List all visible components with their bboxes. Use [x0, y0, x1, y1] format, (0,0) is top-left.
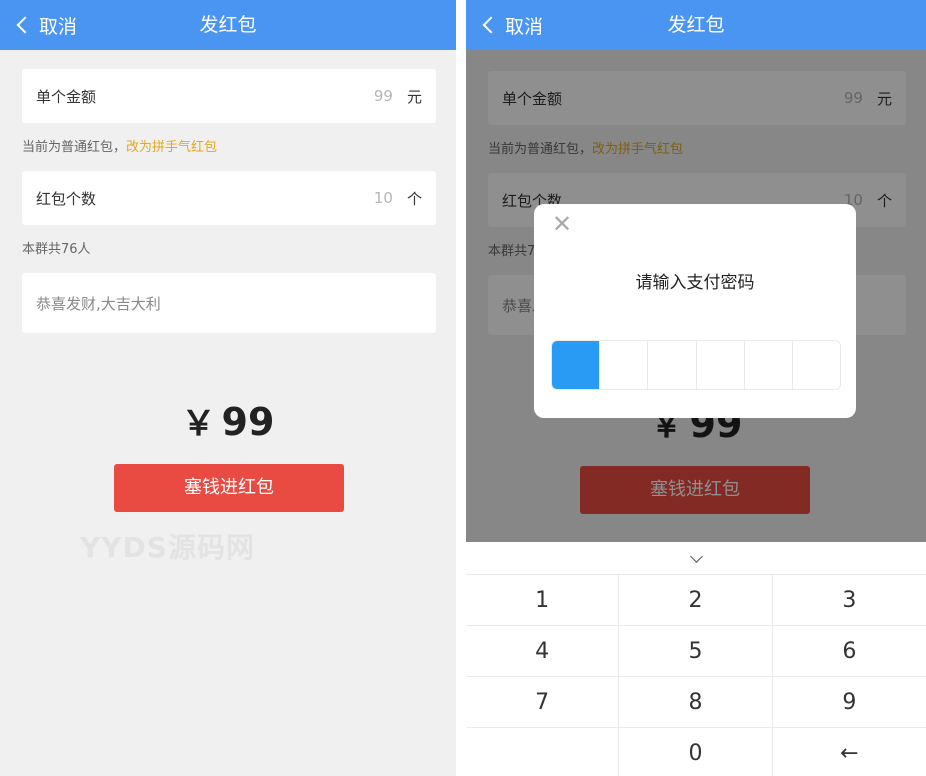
cancel-button[interactable]: 取消 — [16, 0, 77, 50]
password-digit-cell — [743, 341, 792, 389]
password-digit-cell — [552, 341, 600, 389]
amount-unit: 元 — [406, 87, 422, 106]
watermark: YYDS源码网 — [80, 531, 255, 564]
amount-input[interactable]: 99 — [374, 87, 393, 105]
key-7[interactable]: 7 — [466, 677, 620, 728]
type-hint: 当前为普通红包，改为拼手气红包 — [22, 136, 217, 155]
count-row[interactable]: 红包个数 10 个 — [22, 171, 436, 225]
close-icon[interactable]: ✕ — [552, 210, 572, 238]
key-5[interactable]: 5 — [619, 626, 773, 677]
header: 取消 发红包 — [466, 0, 926, 50]
key-grid: 1 2 3 4 5 6 7 8 9 0 ← — [466, 575, 926, 776]
header: 取消 发红包 — [0, 0, 456, 50]
key-6[interactable]: 6 — [772, 626, 926, 677]
password-input[interactable] — [551, 340, 841, 390]
key-3[interactable]: 3 — [772, 575, 926, 626]
amount-label: 单个金额 — [36, 87, 97, 106]
password-digit-cell — [647, 341, 695, 389]
key-empty — [466, 728, 620, 776]
cancel-button[interactable]: 取消 — [482, 0, 543, 50]
total-amount: ￥ 99 — [0, 396, 456, 445]
submit-button[interactable]: 塞钱进红包 — [114, 464, 344, 512]
type-hint-text: 当前为普通红包， — [22, 140, 127, 155]
currency-symbol: ￥ — [181, 404, 216, 444]
collapse-keyboard-button[interactable] — [466, 542, 926, 575]
key-backspace[interactable]: ← — [773, 728, 926, 776]
group-hint: 本群共76人 — [22, 242, 91, 257]
numeric-keyboard: 1 2 3 4 5 6 7 8 9 0 ← — [466, 542, 926, 776]
cancel-label: 取消 — [505, 15, 544, 38]
message-input[interactable]: 恭喜发财,大吉大利 — [22, 273, 436, 333]
chevron-left-icon — [16, 16, 34, 34]
cancel-label: 取消 — [39, 15, 78, 38]
switch-type-link[interactable]: 改为拼手气红包 — [126, 140, 217, 155]
password-digit-cell — [599, 341, 647, 389]
amount-row[interactable]: 单个金额 99 元 — [22, 69, 436, 123]
chevron-down-icon — [689, 549, 703, 563]
chevron-left-icon — [482, 16, 500, 34]
payment-password-screen: 取消 发红包 单个金额 99 元 当前为普通红包，改为拼手气红包 红包个数 10… — [466, 0, 926, 776]
dialog-title: 请输入支付密码 — [635, 273, 755, 293]
password-digit-cell — [695, 341, 744, 389]
message-placeholder: 恭喜发财,大吉大利 — [36, 294, 161, 313]
total-amount-value: 99 — [221, 400, 275, 444]
password-digit-cell — [791, 341, 840, 389]
password-dialog: ✕ 请输入支付密码 — [534, 204, 856, 418]
key-4[interactable]: 4 — [466, 626, 620, 677]
key-0[interactable]: 0 — [619, 728, 773, 776]
count-unit: 个 — [406, 189, 422, 208]
key-9[interactable]: 9 — [772, 677, 926, 728]
key-2[interactable]: 2 — [619, 575, 773, 626]
count-input[interactable]: 10 — [374, 189, 393, 207]
key-1[interactable]: 1 — [466, 575, 620, 626]
send-red-packet-screen: 取消 发红包 单个金额 99 元 当前为普通红包，改为拼手气红包 红包个数 10… — [0, 0, 456, 776]
count-label: 红包个数 — [36, 189, 97, 208]
key-8[interactable]: 8 — [619, 677, 773, 728]
